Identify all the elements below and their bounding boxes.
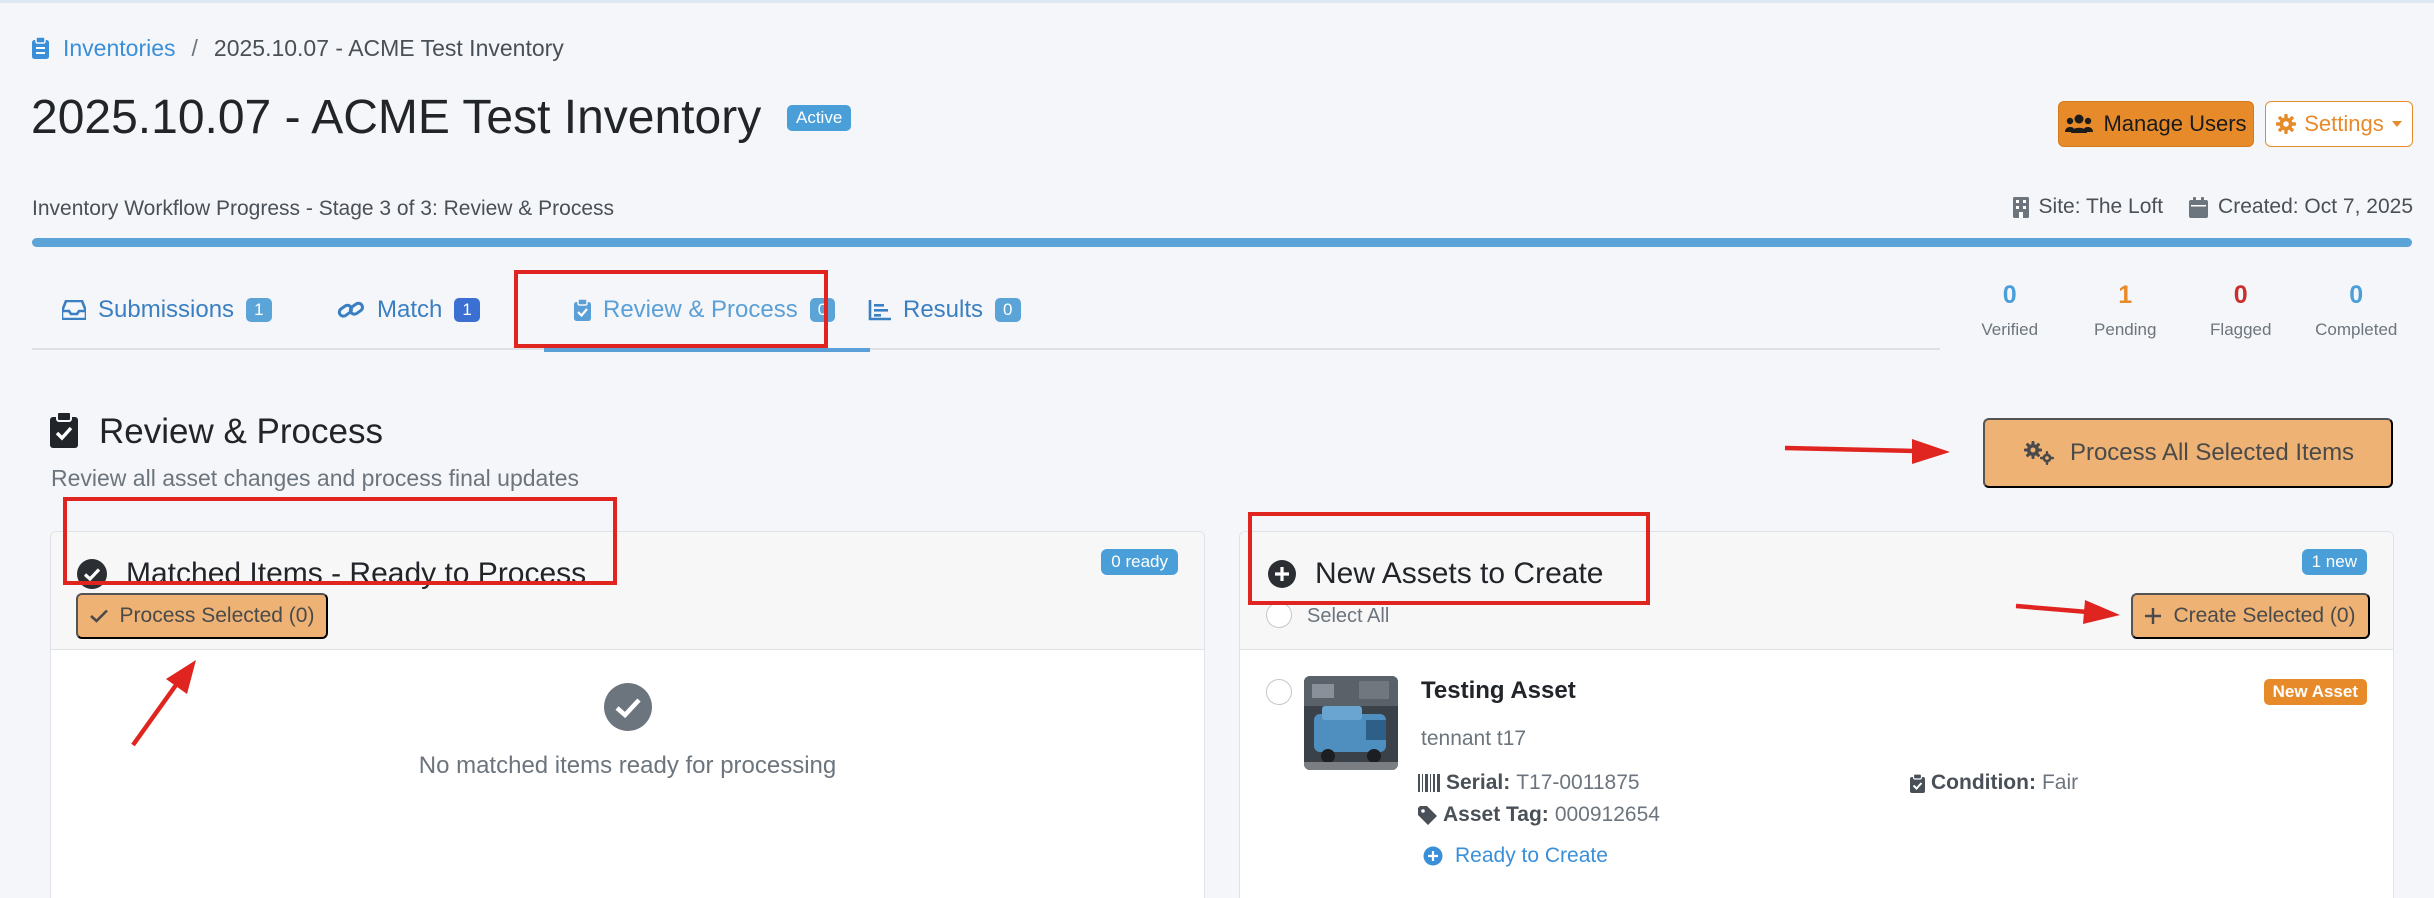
stat-flagged: 0 Flagged — [2183, 270, 2299, 350]
check-circle-icon — [603, 683, 652, 731]
process-selected-label: Process Selected (0) — [119, 604, 315, 627]
plus-icon — [2145, 608, 2162, 624]
new-asset-badge: New Asset — [2263, 679, 2367, 705]
top-accent-line — [0, 0, 2434, 3]
manage-users-label: Manage Users — [2103, 111, 2247, 136]
process-all-selected-button[interactable]: Process All Selected Items — [1983, 418, 2393, 488]
plus-circle-icon — [1423, 846, 1443, 866]
stat-pending: 1 Pending — [2068, 270, 2184, 350]
asset-serial: Serial: T17-0011875 — [1418, 771, 1640, 795]
matched-items-card: Matched Items - Ready to Process 0 ready… — [50, 531, 1205, 898]
manage-users-button[interactable]: Manage Users — [2058, 101, 2254, 147]
workflow-progress-label: Inventory Workflow Progress - Stage 3 of… — [32, 197, 615, 220]
tab-results[interactable]: Results 0 — [868, 270, 1021, 350]
stat-verified-label: Verified — [1981, 319, 2039, 339]
tag-icon — [1418, 805, 1437, 825]
breadcrumb-separator: / — [191, 34, 198, 61]
stat-completed-value: 0 — [2349, 280, 2364, 309]
asset-select-radio[interactable] — [1266, 679, 1292, 705]
stat-flagged-value: 0 — [2233, 280, 2248, 309]
building-icon — [2012, 196, 2029, 218]
stat-verified-value: 0 — [2002, 280, 2017, 309]
created-text: Created: Oct 7, 2025 — [2218, 195, 2413, 218]
section-title: Review & Process — [99, 412, 383, 451]
annotation-box-review-tab — [514, 270, 828, 348]
asset-serial-label: Serial: — [1446, 771, 1511, 794]
workflow-stats: 0 Verified 1 Pending 0 Flagged 0 Complet… — [1952, 270, 2414, 350]
create-selected-label: Create Selected (0) — [2173, 604, 2356, 627]
asset-tag: Asset Tag: 000912654 — [1418, 803, 1660, 827]
asset-serial-value: T17-0011875 — [1516, 771, 1640, 794]
gears-icon — [2023, 441, 2054, 465]
process-selected-button[interactable]: Process Selected (0) — [76, 593, 328, 639]
tab-submissions[interactable]: Submissions 1 — [62, 270, 272, 350]
asset-tag-label: Asset Tag: — [1443, 803, 1549, 826]
bar-chart-icon — [868, 299, 891, 320]
asset-status-text: Ready to Create — [1455, 844, 1608, 867]
select-all-label[interactable]: Select All — [1307, 605, 1389, 628]
site-info: Site: The Loft — [2012, 195, 2164, 219]
asset-tag-value: 000912654 — [1554, 803, 1660, 826]
breadcrumb: Inventories / 2025.10.07 - ACME Test Inv… — [32, 32, 564, 64]
matched-empty-text: No matched items ready for processing — [418, 752, 837, 779]
active-tab-underline — [544, 348, 870, 352]
inbox-icon — [62, 300, 86, 320]
calendar-icon — [2189, 196, 2209, 218]
process-all-label: Process All Selected Items — [2069, 439, 2355, 466]
link-icon — [337, 301, 364, 318]
clipboard-icon — [32, 37, 49, 59]
annotation-arrow-process-all — [1784, 439, 1950, 464]
asset-name: Testing Asset — [1421, 677, 1576, 704]
asset-condition-value: Fair — [2041, 771, 2079, 794]
tab-results-label: Results — [903, 296, 984, 323]
check-icon — [89, 609, 108, 623]
section-subtitle: Review all asset changes and process fin… — [51, 465, 580, 491]
select-all-radio[interactable] — [1266, 602, 1292, 628]
barcode-icon — [1418, 774, 1440, 792]
new-assets-count-badge: 1 new — [2301, 549, 2367, 575]
create-selected-button[interactable]: Create Selected (0) — [2131, 593, 2370, 639]
page-title: 2025.10.07 - ACME Test Inventory — [31, 91, 762, 144]
asset-model: tennant t17 — [1421, 727, 1527, 750]
stat-pending-label: Pending — [2094, 319, 2157, 339]
tab-submissions-label: Submissions — [98, 296, 235, 323]
users-icon — [2065, 114, 2094, 133]
tab-match-count: 1 — [454, 298, 480, 322]
settings-dropdown-button[interactable]: Settings — [2265, 101, 2413, 147]
annotation-box-matched-title — [63, 497, 617, 585]
asset-condition: Condition: Fair — [1910, 771, 2078, 795]
breadcrumb-inventories-link[interactable]: Inventories — [32, 35, 176, 62]
inventory-meta: Site: The Loft Created: Oct 7, 2025 — [2012, 195, 2413, 219]
workflow-tabs: Submissions 1 Match 1 Review & Process 0… — [32, 270, 1940, 352]
breadcrumb-current: 2025.10.07 - ACME Test Inventory — [213, 34, 564, 61]
workflow-progress-fill — [32, 238, 2412, 247]
tab-match-label: Match — [377, 296, 443, 323]
annotation-box-new-assets-title — [1248, 512, 1650, 605]
breadcrumb-root-label: Inventories — [63, 34, 176, 61]
asset-status: Ready to Create — [1423, 844, 1608, 868]
workflow-progress-bar — [32, 238, 2412, 247]
stat-pending-value: 1 — [2118, 280, 2133, 309]
site-text: Site: The Loft — [2038, 195, 2164, 218]
matched-ready-count-badge: 0 ready — [1101, 549, 1178, 575]
asset-photo-image — [1304, 676, 1398, 770]
asset-thumbnail[interactable] — [1304, 676, 1398, 770]
settings-label: Settings — [2304, 111, 2384, 136]
asset-condition-label: Condition: — [1931, 771, 2036, 794]
tab-results-count: 0 — [995, 298, 1021, 322]
stat-verified: 0 Verified — [1952, 270, 2068, 350]
matched-empty-state: No matched items ready for processing — [51, 682, 1204, 780]
gear-icon — [2276, 114, 2297, 134]
stat-completed: 0 Completed — [2299, 270, 2415, 350]
tab-submissions-count: 1 — [246, 298, 272, 322]
stat-completed-label: Completed — [2315, 319, 2398, 339]
stat-flagged-label: Flagged — [2210, 319, 2272, 339]
clipboard-check-icon — [1910, 773, 1925, 793]
status-badge: Active — [787, 105, 852, 131]
clipboard-check-icon — [50, 412, 78, 448]
created-info: Created: Oct 7, 2025 — [2189, 195, 2413, 219]
tab-match[interactable]: Match 1 — [337, 270, 480, 350]
caret-down-icon — [2391, 121, 2402, 127]
